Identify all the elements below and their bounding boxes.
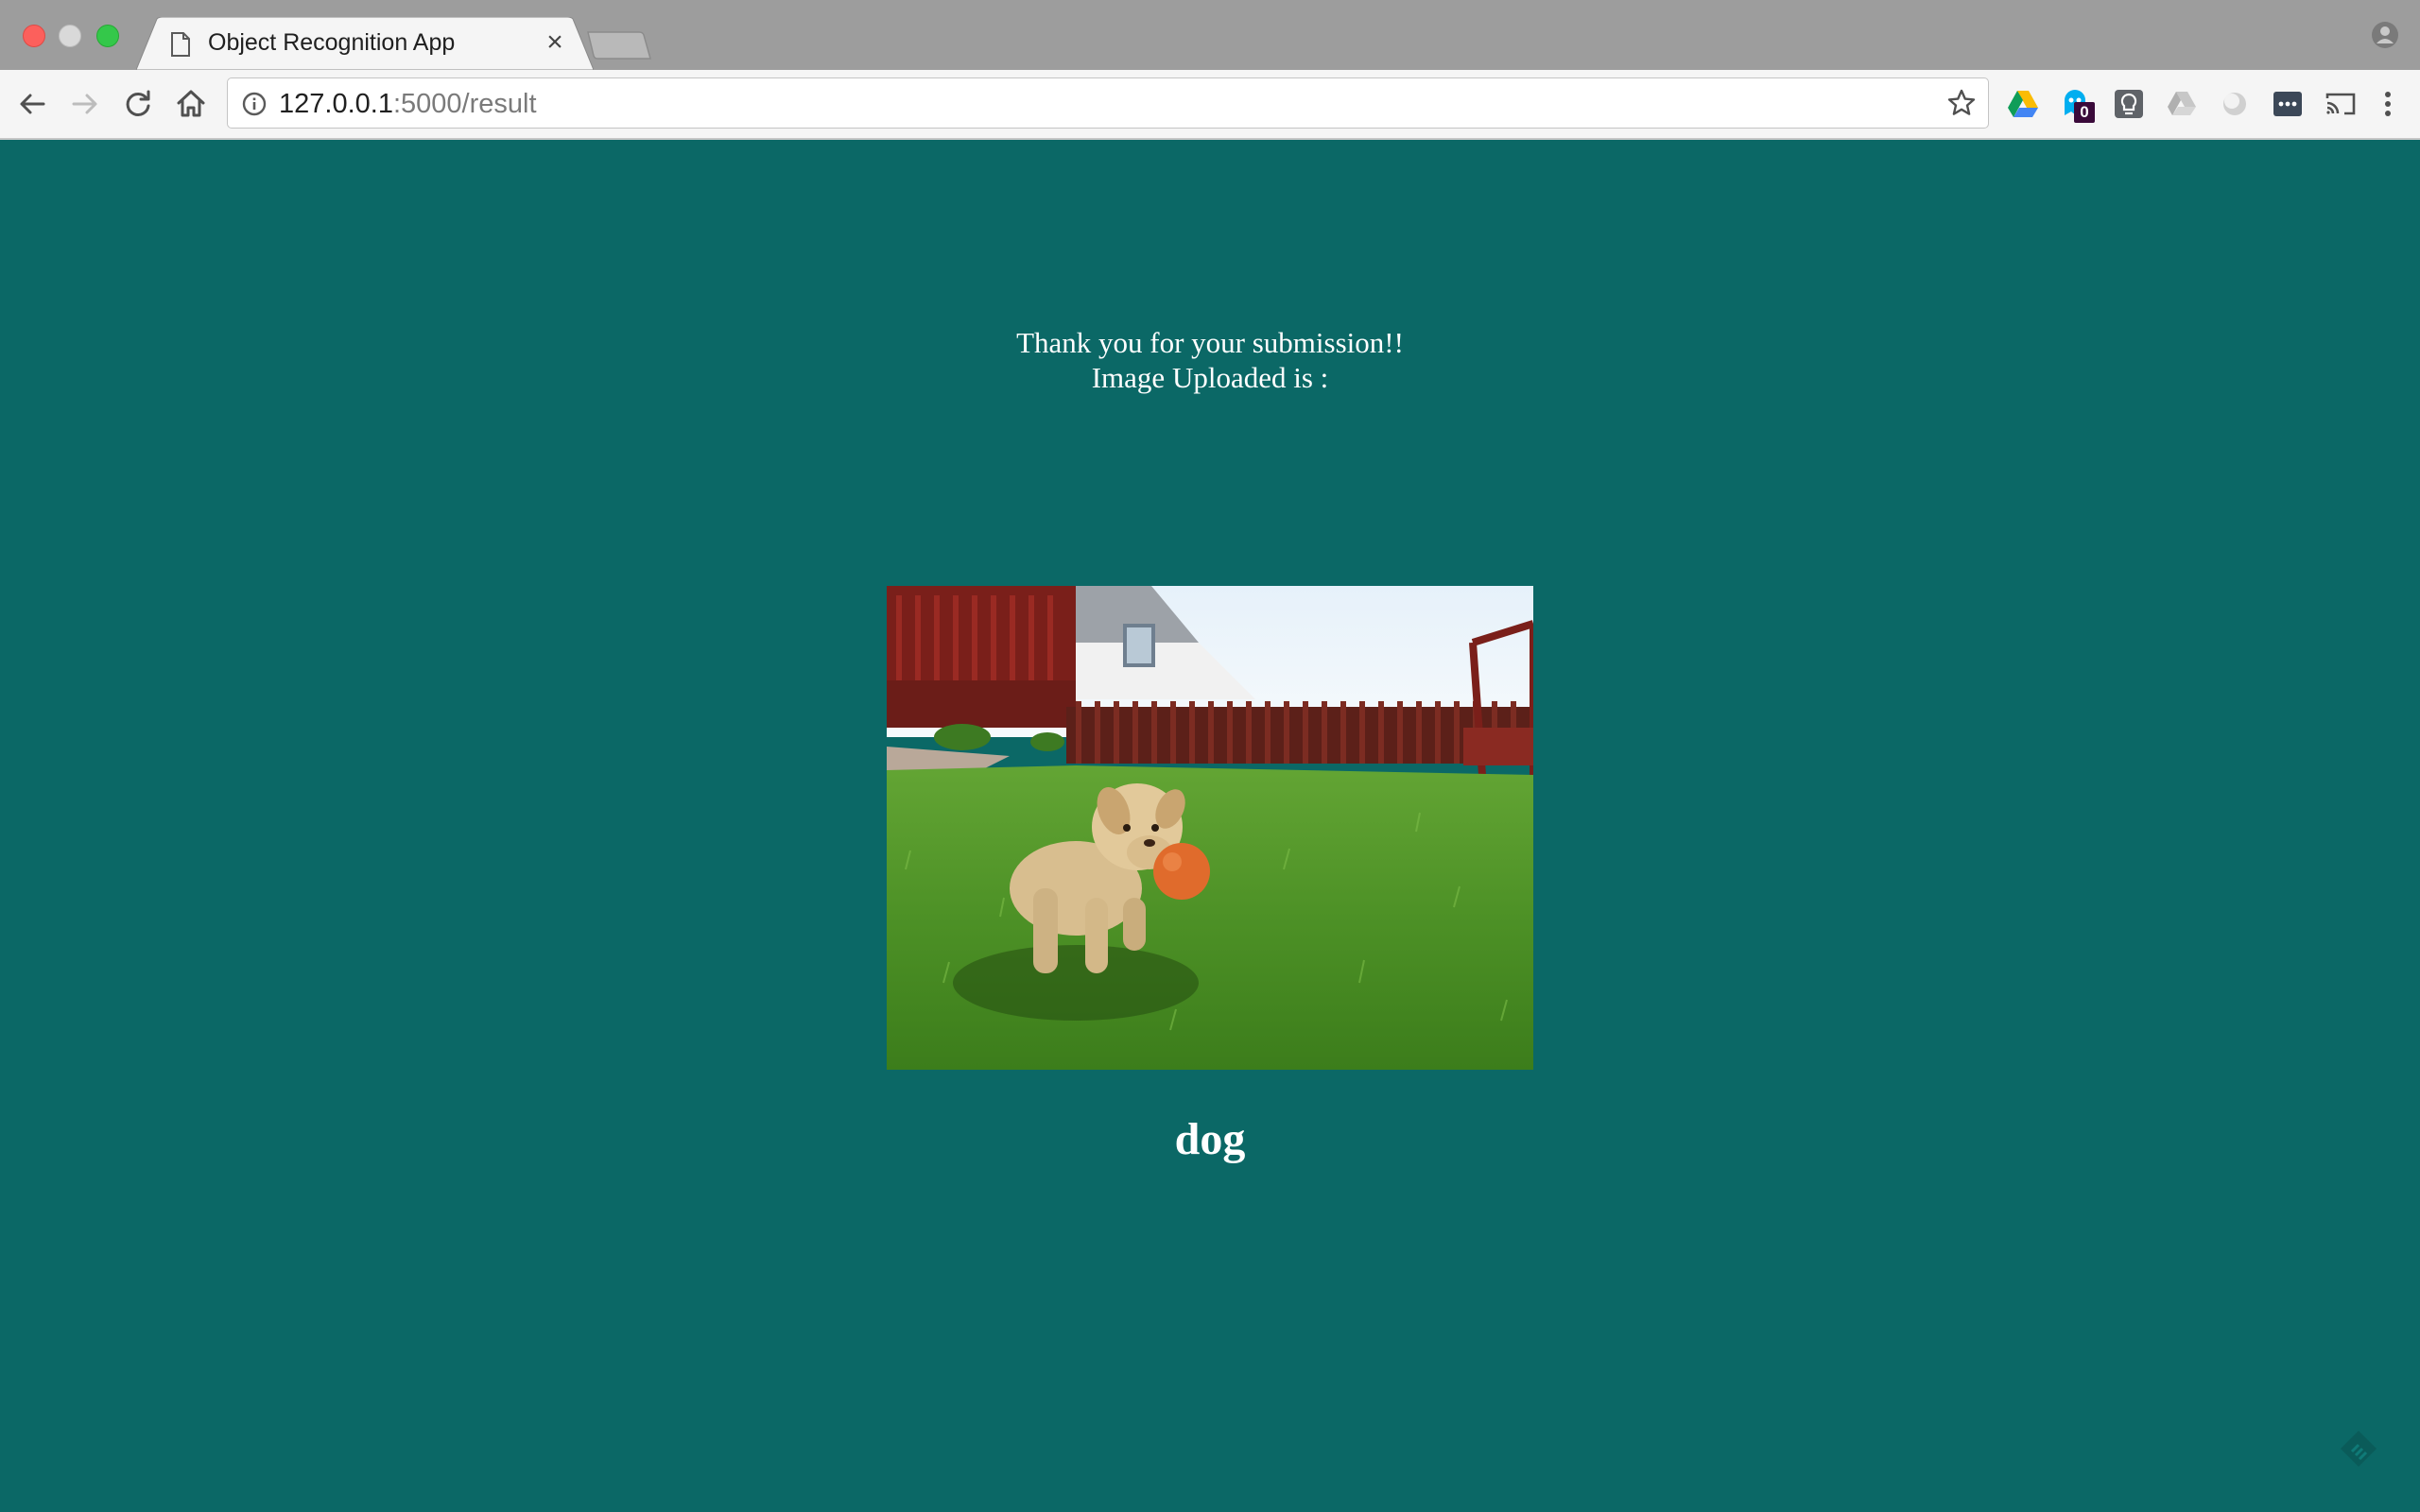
prediction-label: dog: [1174, 1114, 1246, 1164]
window-maximize-button[interactable]: [96, 25, 119, 47]
drive-grey-icon[interactable]: [2165, 87, 2199, 121]
password-manager-icon[interactable]: [2271, 87, 2305, 121]
menu-kebab-icon[interactable]: [2371, 87, 2405, 121]
back-icon[interactable]: [15, 87, 49, 121]
window-minimize-button[interactable]: [59, 25, 81, 47]
page-content: Thank you for your submission!! Image Up…: [0, 140, 2420, 1512]
uploaded-image: [887, 586, 1533, 1070]
new-tab-button[interactable]: [586, 30, 652, 60]
url-host: 127.0.0.1: [279, 89, 393, 119]
address-bar[interactable]: 127.0.0.1:5000/result: [227, 77, 1989, 129]
message-line-2: Image Uploaded is :: [1091, 361, 1329, 394]
document-icon: [171, 32, 190, 57]
lightbulb-extension-icon[interactable]: [2112, 87, 2146, 121]
profile-icon[interactable]: [2371, 21, 2399, 49]
bookmark-star-icon[interactable]: [1946, 88, 1977, 118]
reload-icon[interactable]: [121, 87, 155, 121]
tab-close-icon[interactable]: ×: [541, 28, 569, 57]
home-icon[interactable]: [174, 87, 208, 121]
url-path: :5000/result: [392, 89, 537, 119]
extension-badge: 0: [2074, 102, 2095, 123]
site-info-icon[interactable]: [241, 91, 268, 117]
google-drive-icon[interactable]: [2006, 87, 2040, 121]
tab-title: Object Recognition App: [208, 29, 456, 56]
circle-extension-icon[interactable]: [2218, 87, 2252, 121]
tab-object-recognition[interactable]: Object Recognition App ×: [136, 17, 594, 70]
message-line-1: Thank you for your submission!!: [1016, 326, 1404, 359]
submission-message: Thank you for your submission!! Image Up…: [0, 325, 2420, 395]
feedly-corner-icon[interactable]: [2337, 1427, 2380, 1470]
ghostery-extension[interactable]: 0: [2059, 87, 2095, 123]
window-close-button[interactable]: [23, 25, 45, 47]
browser-toolbar: 127.0.0.1:5000/result 0: [0, 70, 2420, 140]
dog-photo: [887, 586, 1533, 1070]
cast-icon[interactable]: [2324, 87, 2358, 121]
url-text[interactable]: 127.0.0.1:5000/result: [279, 89, 537, 119]
window-titlebar: Object Recognition App ×: [0, 0, 2420, 70]
forward-icon[interactable]: [68, 87, 102, 121]
